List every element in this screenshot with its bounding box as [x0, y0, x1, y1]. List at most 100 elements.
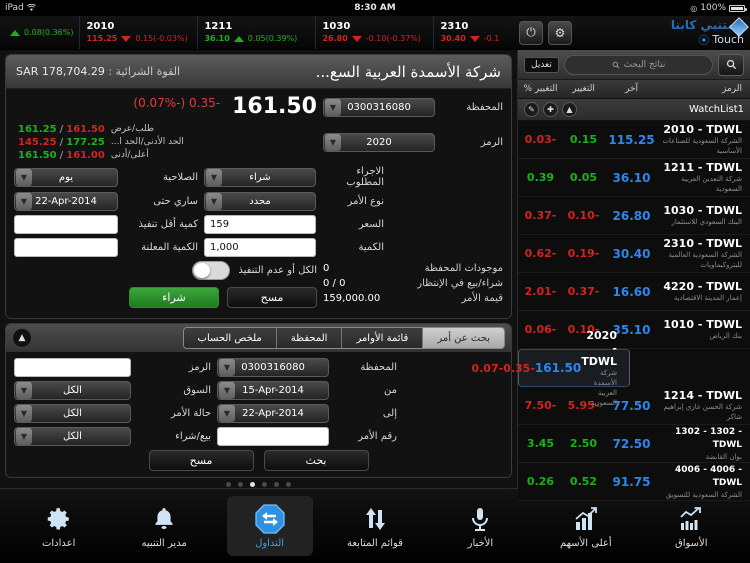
watchlist-group-header[interactable]: WatchList1 ▲ ✚ ✎ [518, 99, 750, 121]
action-select[interactable]: ▼ شراء [204, 167, 316, 187]
tab-account-summary[interactable]: ملخص الحساب [183, 328, 276, 348]
row-company-name: شركة التعدين العربية السعودية [681, 175, 742, 193]
edit-pencil-icon[interactable]: ✎ [524, 102, 539, 117]
nav-trading[interactable]: التداول [226, 496, 313, 556]
table-row[interactable]: 2310 - TDWL الشركة السعودية العالمية للب… [518, 235, 750, 273]
table-row[interactable]: 2010 - TDWL الشركة السعودية للصناعات الأ… [518, 121, 750, 159]
row-company-name: إعمار المدينة الاقتصادية [673, 294, 742, 302]
row-symbol: 1302 - 1302 - TDWL [675, 426, 742, 450]
order-type-select[interactable]: ▼ محدد [204, 192, 316, 211]
search-status-select[interactable]: ▼ الكل [14, 404, 131, 423]
search-to-select[interactable]: ▼ 22-Apr-2014 [217, 404, 329, 423]
page-dot[interactable] [226, 482, 231, 487]
page-dot[interactable] [286, 482, 291, 487]
disclosed-qty-input[interactable] [14, 238, 118, 257]
page-dot[interactable] [262, 482, 267, 487]
bid-value: 161.25 [18, 124, 57, 135]
search-portfolio-select[interactable]: ▼ 0300316080 [217, 358, 329, 377]
all-or-none-toggle[interactable] [192, 261, 231, 280]
buy-button[interactable]: شراء [129, 287, 219, 308]
qty-input[interactable]: 1,000 [204, 238, 316, 257]
ticker-item[interactable]: 1030 26.80 -0.10(-0.37%) [316, 16, 435, 49]
page-dot-active[interactable] [250, 482, 255, 487]
row-change: 2.50 [569, 437, 598, 450]
row-symbol: 4006 - 4006 - TDWL [675, 464, 742, 488]
panel-tabs: بحث عن أمر قائمة الأوامر المحفظة ملخص ال… [182, 327, 505, 349]
market-chart-icon [678, 504, 704, 534]
validity-select[interactable]: ▼ يوم [14, 167, 118, 187]
tab-order-search[interactable]: بحث عن أمر [422, 328, 504, 348]
ticker-last: 30.40 [440, 34, 466, 43]
valid-until-select[interactable]: ▼ 22-Apr-2014 [14, 192, 118, 211]
tab-order-list[interactable]: قائمة الأوامر [341, 328, 423, 348]
search-actions: مسح بحث [14, 450, 503, 471]
watchlist-search-input[interactable]: نتائج البحث [563, 54, 713, 75]
nav-top-stocks[interactable]: أعلى الأسهم [543, 496, 629, 556]
search-order-no-input[interactable] [217, 427, 329, 446]
ticker-symbol: 1030 [322, 21, 351, 32]
tab-portfolio[interactable]: المحفظة [275, 328, 342, 348]
collapse-panel-button[interactable]: ▲ [12, 328, 32, 348]
bar-chart-up-icon [573, 504, 599, 534]
order-type-label: نوع الأمر [347, 196, 384, 207]
bid-ask-values: 161.25 / 161.50 [18, 123, 105, 136]
nav-settings[interactable]: اعدادات [16, 496, 102, 556]
ticker-symbol: 2010 [86, 21, 115, 32]
pending-row: شراء/بيع في الإنتظار 0 / 0 [323, 276, 503, 291]
symbol-select[interactable]: ▼ 2020 [323, 133, 435, 152]
nav-news[interactable]: الأخبار [437, 496, 523, 556]
ticker-item[interactable]: 1211 36.10 0.05(0.39%) [198, 16, 317, 49]
table-row[interactable]: 1030 - TDWL البنك السعودي للاستثمار 26.8… [518, 197, 750, 235]
table-row[interactable]: 1214 - TDWL شركة الحسن غازي إبراهيم شاكر… [518, 387, 750, 425]
search-from-select[interactable]: ▼ 15-Apr-2014 [217, 381, 329, 400]
pending-label: شراء/بيع في الإنتظار [417, 278, 503, 289]
chevron-up-icon[interactable]: ▲ [562, 102, 577, 117]
action-value: شراء [249, 171, 271, 183]
page-dot[interactable] [274, 482, 279, 487]
row-change-pct: -0.37 [524, 209, 557, 222]
pending-value: 0 / 0 [323, 278, 346, 289]
table-row[interactable]: 1010 - TDWL بنك الرياض 35.10 -0.10 -0.06 [518, 311, 750, 349]
nav-watchlists[interactable]: قوائم المتابعة [332, 496, 418, 556]
ticker-item[interactable]: 2310 30.40 -0.1 [434, 16, 506, 49]
order-type-value: محدد [249, 196, 271, 207]
ticker-buttons: ⏻ ⚙ [513, 16, 578, 49]
search-symbol-input[interactable] [14, 358, 131, 377]
row-symbol-cell: 1302 - 1302 - TDWL بوان القابضة [658, 426, 750, 462]
search-submit-button[interactable]: بحث [263, 450, 369, 471]
qty-label: الكمية [358, 242, 384, 253]
search-market-select[interactable]: ▼ الكل [14, 381, 131, 400]
table-row[interactable]: 1211 - TDWL شركة التعدين العربية السعودي… [518, 159, 750, 197]
row-change: 0.15 [569, 133, 598, 146]
ticker-item[interactable]: 2010 115.25 0.15(-0.03%) [80, 16, 199, 49]
form-row-summary: موجودات المحفظة 0 شراء/بيع في الإنتظار 0… [14, 261, 503, 308]
valid-until-value: 22-Apr-2014 [35, 196, 97, 207]
row-last-price: 115.25 [608, 132, 655, 147]
chevron-down-icon: ▼ [325, 134, 341, 151]
table-row[interactable]: 4220 - TDWL إعمار المدينة الاقتصادية 16.… [518, 273, 750, 311]
order-value-label: قيمة الأمر [461, 293, 503, 304]
plus-icon[interactable]: ✚ [543, 102, 558, 117]
price-input[interactable]: 159 [204, 215, 316, 234]
ticker-symbol: 2310 [440, 21, 469, 32]
search-button[interactable] [718, 53, 744, 76]
min-qty-input[interactable] [14, 215, 118, 234]
table-row[interactable]: 1302 - 1302 - TDWL بوان القابضة 72.50 2.… [518, 425, 750, 463]
ticker-item[interactable]: 0.08(0.36%) [0, 16, 81, 49]
watchlist-edit-button[interactable]: تعديل [524, 56, 559, 73]
search-side-select[interactable]: ▼ الكل [14, 427, 131, 446]
portfolio-select[interactable]: ▼ 0300316080 [323, 97, 435, 117]
search-clear-button[interactable]: مسح [148, 450, 254, 471]
row-symbol-cell: 1030 - TDWL البنك السعودي للاستثمار [658, 204, 750, 227]
row-change-pct: -0.06 [524, 323, 557, 336]
settings-gear-button[interactable]: ⚙ [548, 20, 572, 45]
power-button[interactable]: ⏻ [519, 20, 543, 45]
table-row-selected[interactable]: 2020 - TDWL شركة الأسمدة العربية السعودي… [471, 329, 630, 407]
nav-alert-manager[interactable]: مدير التنبيه [121, 496, 207, 556]
nav-markets[interactable]: الأسواق [648, 496, 734, 556]
page-dot[interactable] [238, 482, 243, 487]
clear-order-button[interactable]: مسح [227, 287, 317, 308]
market-ticker-strip[interactable]: 0.08(0.36%) 2010 115.25 0.15(-0.03%) 121… [0, 16, 750, 50]
nav-label: قوائم المتابعة [346, 537, 403, 549]
column-header-symbol: الرمز [722, 84, 742, 94]
